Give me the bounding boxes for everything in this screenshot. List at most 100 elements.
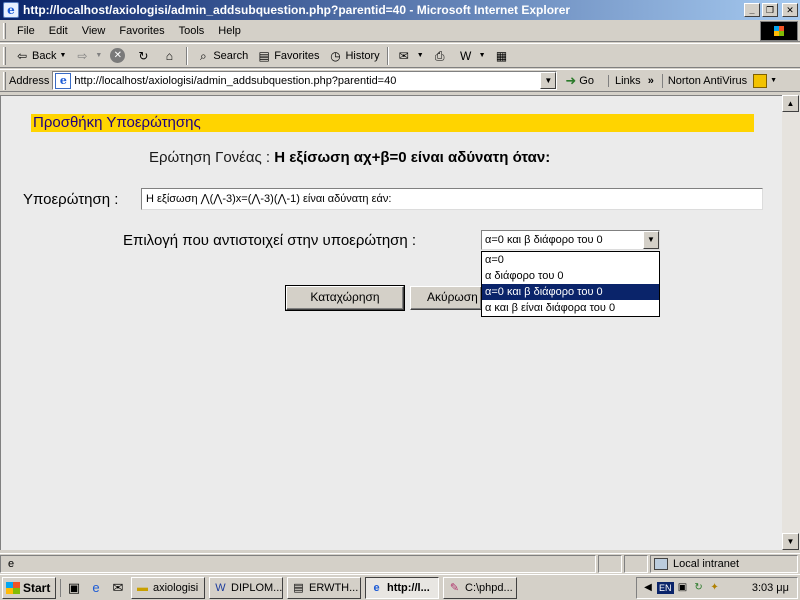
- address-label: Address: [9, 74, 50, 87]
- minimize-button[interactable]: _: [744, 3, 760, 17]
- parent-question-label: Ερώτηση Γονέας :: [149, 149, 271, 166]
- page-header: Προσθήκη Υποερώτησης: [31, 114, 754, 132]
- stop-icon: ✕: [110, 48, 126, 63]
- desktop-icon[interactable]: ▣: [65, 579, 83, 597]
- parent-question-value: Η εξίσωση αχ+β=0 είναι αδύνατη όταν:: [274, 149, 551, 166]
- choice-option[interactable]: α=0: [482, 252, 659, 268]
- choice-dropdown-list: α=0 α διάφορο του 0 α=0 και β διάφορο το…: [481, 251, 660, 317]
- refresh-button[interactable]: ↻: [131, 45, 157, 67]
- system-tray: ◀ EN ▣ ↻ ✦ 3:03 μμ: [636, 577, 798, 599]
- favorites-icon: ▤: [258, 48, 270, 63]
- menu-tools[interactable]: Tools: [172, 23, 212, 39]
- submit-button[interactable]: Καταχώρηση: [285, 285, 405, 311]
- go-arrow-icon: ➜: [565, 72, 577, 88]
- menu-favorites[interactable]: Favorites: [112, 23, 171, 39]
- back-dropdown-icon[interactable]: ▼: [59, 52, 66, 59]
- menu-edit[interactable]: Edit: [42, 23, 75, 39]
- taskbar-item[interactable]: ▬ axiologisi: [131, 576, 205, 599]
- edit-button[interactable]: W ▼: [454, 45, 490, 67]
- mail-dropdown-icon[interactable]: ▼: [417, 52, 424, 59]
- choice-option[interactable]: α διάφορο του 0: [482, 268, 659, 284]
- norton-toolbar[interactable]: Norton AntiVirus ▼: [661, 73, 777, 88]
- address-input[interactable]: e http://localhost/axiologisi/admin_adds…: [52, 71, 558, 90]
- document-icon: ▤: [293, 581, 304, 594]
- taskbar-item[interactable]: ▤ ERWTH...: [287, 576, 361, 599]
- discuss-icon: ▦: [495, 48, 508, 63]
- windows-logo-icon: [760, 21, 798, 41]
- ie-page-icon: e: [7, 557, 15, 570]
- print-icon: ⎙: [434, 48, 445, 63]
- ie-icon: e: [373, 581, 380, 594]
- menu-file[interactable]: File: [10, 23, 42, 39]
- search-button[interactable]: ⌕ Search: [191, 45, 252, 67]
- status-zone: Local intranet: [650, 554, 798, 573]
- edit-dropdown-icon[interactable]: ▼: [479, 52, 486, 59]
- ie-page-icon: e: [3, 2, 19, 18]
- favorites-button[interactable]: ▤ Favorites: [252, 45, 323, 67]
- history-icon: ◷: [330, 48, 341, 63]
- mail-button[interactable]: ✉ ▼: [392, 45, 428, 67]
- restore-button[interactable]: ❐: [762, 3, 778, 17]
- choice-option[interactable]: α και β είναι διάφορα του 0: [482, 300, 659, 316]
- menu-view[interactable]: View: [75, 23, 113, 39]
- vertical-scrollbar[interactable]: ▲ ▼: [782, 95, 800, 550]
- subquestion-input[interactable]: Η εξίσωση ⋀(⋀-3)x=(⋀-3)(⋀-1) είναι αδύνα…: [141, 188, 763, 210]
- choice-option-selected[interactable]: α=0 και β διάφορο του 0: [482, 284, 659, 300]
- window-titlebar: e http://localhost/axiologisi/admin_adds…: [0, 0, 800, 20]
- stop-button[interactable]: ✕: [106, 45, 131, 67]
- taskbar: Start ▣ e ✉ ▬ axiologisi W DIPLOM... ▤ E…: [0, 574, 800, 600]
- ie-page-icon: e: [55, 72, 72, 89]
- folder-icon: ▬: [137, 581, 148, 594]
- forward-button[interactable]: ⇨ ▼: [70, 45, 106, 67]
- status-cell: [598, 554, 622, 573]
- norton-dropdown-icon[interactable]: ▼: [770, 77, 777, 84]
- print-button[interactable]: ⎙: [428, 45, 454, 67]
- pen-icon: ✎: [449, 581, 460, 594]
- search-icon: ⌕: [199, 48, 207, 63]
- status-bar: e Local intranet: [0, 553, 800, 573]
- address-bar: Address e http://localhost/axiologisi/ad…: [0, 69, 800, 92]
- speaker-icon[interactable]: ◀: [641, 581, 655, 595]
- mail-icon: ✉: [398, 48, 409, 63]
- back-arrow-icon: ⇦: [16, 48, 28, 63]
- choice-label: Επιλογή που αντιστοιχεί στην υποερώτηση …: [123, 232, 417, 249]
- address-url[interactable]: http://localhost/axiologisi/admin_addsub…: [74, 75, 540, 87]
- network-icon[interactable]: ▣: [676, 581, 690, 595]
- scroll-up-icon[interactable]: ▲: [782, 95, 799, 112]
- history-button[interactable]: ◷ History: [323, 45, 383, 67]
- close-button[interactable]: ✕: [782, 3, 798, 17]
- sync-icon[interactable]: ↻: [692, 581, 706, 595]
- parent-question: Ερώτηση Γονέας : Η εξίσωση αχ+β=0 είναι …: [149, 149, 550, 166]
- forward-arrow-icon: ⇨: [77, 48, 88, 63]
- chevron-right-icon[interactable]: »: [648, 75, 654, 87]
- choice-select[interactable]: α=0 και β διάφορο του 0 ▼: [481, 230, 660, 250]
- chevron-down-icon[interactable]: ▼: [643, 231, 659, 249]
- language-indicator[interactable]: EN: [657, 582, 674, 594]
- taskbar-item[interactable]: ✎ C:\phpd...: [443, 576, 517, 599]
- status-main: e: [0, 554, 596, 573]
- norton-icon[interactable]: [753, 73, 768, 88]
- word-icon: W: [215, 581, 226, 594]
- address-dropdown-icon[interactable]: ▼: [540, 72, 557, 89]
- outlook-icon[interactable]: ✉: [109, 579, 127, 597]
- cancel-button[interactable]: Ακύρωση: [410, 286, 482, 310]
- word-edit-icon: W: [459, 48, 472, 63]
- taskbar-item[interactable]: W DIPLOM...: [209, 576, 283, 599]
- clock: 3:03 μμ: [751, 582, 789, 594]
- start-button[interactable]: Start: [2, 576, 56, 599]
- subquestion-label: Υποερώτηση :: [23, 191, 119, 208]
- home-button[interactable]: ⌂: [157, 45, 183, 67]
- links-toolbar[interactable]: Links »: [607, 74, 654, 87]
- antivirus-icon[interactable]: ✦: [708, 581, 722, 595]
- ie-icon[interactable]: e: [87, 579, 105, 597]
- menu-help[interactable]: Help: [211, 23, 248, 39]
- go-button[interactable]: ➜ Go: [565, 73, 594, 89]
- taskbar-item-active[interactable]: e http://l...: [365, 576, 439, 599]
- windows-logo-icon: [6, 581, 20, 594]
- back-button[interactable]: ⇦ Back ▼: [10, 45, 70, 67]
- discuss-button[interactable]: ▦: [490, 45, 516, 67]
- choice-selected-value[interactable]: α=0 και β διάφορο του 0: [482, 231, 643, 249]
- scroll-down-icon[interactable]: ▼: [782, 533, 799, 550]
- forward-dropdown-icon[interactable]: ▼: [95, 52, 102, 59]
- standard-toolbar: ⇦ Back ▼ ⇨ ▼ ✕ ↻ ⌂ ⌕ Search ▤ Favorites …: [0, 43, 800, 68]
